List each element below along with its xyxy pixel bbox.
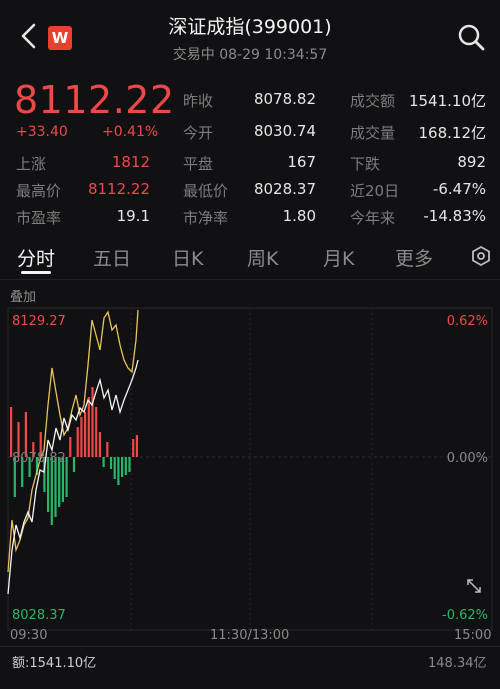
- max-volume-label: 148.34亿: [428, 656, 487, 671]
- stat-label-volume: 成交量: [350, 124, 396, 142]
- time-start: 09:30: [10, 628, 48, 643]
- volume-bar: [132, 439, 135, 457]
- volume-bar: [76, 427, 79, 457]
- volume-bar: [98, 432, 101, 457]
- volume-bar: [135, 435, 138, 457]
- stat-label-pe: 市盈率: [16, 209, 62, 227]
- fullscreen-icon[interactable]: [467, 579, 481, 593]
- volume-bar: [54, 457, 57, 517]
- time-mid: 11:30/13:00: [210, 628, 290, 643]
- trading-status: 交易中 08-29 10:34:57: [172, 47, 328, 63]
- stat-value-low: 8028.37: [253, 180, 316, 198]
- volume-bar: [117, 457, 120, 485]
- stat-value-20d: -6.47%: [432, 180, 486, 198]
- volume-bar: [10, 407, 13, 457]
- tab-monthly-k[interactable]: 月K: [323, 244, 354, 271]
- stat-value-high: 8112.22: [87, 180, 150, 198]
- tab-intraday[interactable]: 分时: [17, 244, 55, 271]
- stat-label-20d: 近20日: [350, 182, 400, 200]
- volume-bar: [121, 457, 124, 477]
- stat-label-decliners: 下跌: [350, 155, 381, 173]
- stat-label-prev-close: 昨收: [183, 92, 214, 110]
- y-mid-label: 8078.82: [12, 451, 66, 466]
- tab-daily-k[interactable]: 日K: [172, 244, 203, 271]
- volume-bar: [84, 412, 87, 457]
- time-end: 15:00: [454, 628, 492, 643]
- stat-value-decliners: 892: [457, 153, 486, 171]
- axis-divider: [0, 646, 500, 647]
- volume-bar: [50, 457, 53, 525]
- average-price-line: [7, 309, 139, 573]
- price-change: +33.40: [16, 124, 68, 140]
- stat-value-turnover: 1541.10亿: [408, 92, 486, 110]
- pct-min-label: -0.62%: [442, 608, 488, 623]
- volume-bar: [128, 457, 131, 472]
- active-tab-indicator: [21, 271, 51, 274]
- stat-value-advancers: 1812: [111, 153, 150, 171]
- stat-value-pe: 19.1: [116, 207, 150, 225]
- current-price: 8112.22: [14, 78, 175, 122]
- volume-bar: [65, 457, 68, 497]
- volume-bar: [72, 457, 76, 472]
- volume-bar: [69, 437, 72, 457]
- tab-weekly-k[interactable]: 周K: [247, 244, 278, 271]
- stat-value-unchanged: 167: [287, 153, 316, 171]
- chart-period-tabs: 分时 五日 日K 周K 月K 更多: [0, 236, 500, 276]
- tab-more[interactable]: 更多: [395, 244, 433, 271]
- stat-label-advancers: 上涨: [16, 155, 47, 173]
- volume-bar: [95, 407, 98, 457]
- stat-value-prev-close: 8078.82: [253, 90, 316, 108]
- volume-bar: [106, 442, 109, 457]
- stat-label-pb: 市净率: [183, 209, 229, 227]
- stat-label-high: 最高价: [16, 182, 62, 200]
- stat-value-volume: 168.12亿: [418, 124, 487, 142]
- tabs-divider: [0, 279, 500, 280]
- stat-value-ytd: -14.83%: [423, 207, 486, 225]
- volume-bar: [80, 417, 83, 457]
- turnover-amount-label: 额:1541.10亿: [12, 656, 97, 671]
- volume-bar: [109, 457, 113, 469]
- pct-mid-label: 0.00%: [447, 451, 488, 466]
- volume-bar: [113, 457, 116, 479]
- tab-five-day[interactable]: 五日: [93, 244, 131, 271]
- volume-bar: [124, 457, 127, 475]
- pct-max-label: 0.62%: [447, 314, 488, 329]
- stat-value-open: 8030.74: [253, 122, 316, 140]
- volume-bar: [102, 457, 105, 467]
- price-change-percent: +0.41%: [102, 124, 159, 140]
- volume-bar: [87, 397, 90, 457]
- stat-label-ytd: 今年来: [350, 209, 396, 227]
- search-icon[interactable]: [456, 22, 486, 52]
- stat-value-pb: 1.80: [282, 207, 316, 225]
- y-min-label: 8028.37: [12, 608, 66, 623]
- intraday-chart: 8129.27 0.62% 8078.82 0.00% 8028.37 -0.6…: [7, 307, 493, 631]
- stat-label-unchanged: 平盘: [183, 155, 214, 173]
- stat-label-low: 最低价: [183, 182, 229, 200]
- y-max-label: 8129.27: [12, 314, 66, 329]
- volume-bar: [91, 387, 94, 457]
- stat-label-open: 今开: [183, 124, 214, 142]
- settings-icon[interactable]: [470, 245, 492, 267]
- stat-label-turnover: 成交额: [350, 92, 396, 110]
- index-title: 深证成指(399001): [168, 16, 332, 38]
